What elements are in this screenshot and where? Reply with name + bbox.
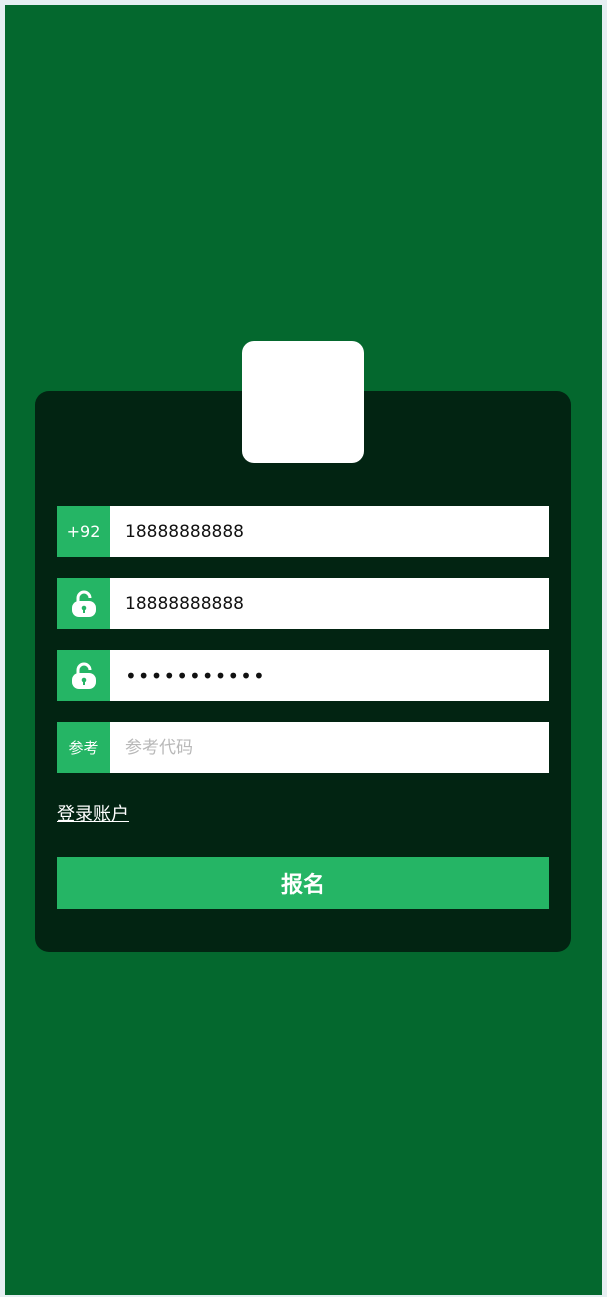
phone-input[interactable]: [110, 506, 549, 557]
referral-code-input[interactable]: [110, 722, 549, 773]
referral-prefix: 参考: [57, 722, 110, 773]
confirm-password-input[interactable]: [110, 650, 549, 701]
confirm-password-field: [57, 650, 549, 701]
country-code-prefix[interactable]: +92: [57, 506, 110, 557]
phone-field: +92: [57, 506, 549, 557]
app-logo: [242, 341, 364, 463]
password-input[interactable]: [110, 578, 549, 629]
register-button[interactable]: 报名: [57, 857, 549, 909]
login-account-link[interactable]: 登录账户: [57, 800, 129, 826]
lock-icon: [57, 578, 110, 629]
referral-field: 参考: [57, 722, 549, 773]
password-field: [57, 578, 549, 629]
lock-icon: [57, 650, 110, 701]
page-background: +92 参考 登录账户 报名: [5, 5, 602, 1295]
